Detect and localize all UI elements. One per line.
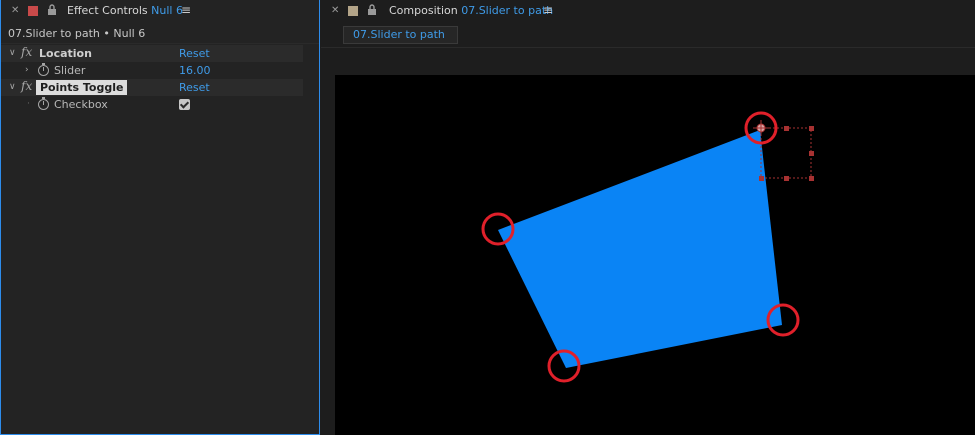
effect-name[interactable]: Location	[39, 45, 92, 62]
property-row-checkbox[interactable]: · Checkbox	[1, 96, 303, 113]
panel-title: Effect Controls Null 6	[67, 4, 183, 17]
lock-icon[interactable]	[47, 4, 57, 16]
stopwatch-icon[interactable]	[38, 97, 49, 110]
panel-title-comp: 07.Slider to path	[461, 4, 554, 17]
comp-tab[interactable]: 07.Slider to path	[343, 26, 458, 44]
slider-value[interactable]: 16.00	[179, 62, 211, 79]
property-name: Slider	[54, 64, 86, 77]
effect-name-selected[interactable]: Points Toggle	[36, 80, 128, 95]
stopwatch-icon[interactable]	[38, 63, 49, 76]
close-icon[interactable]: ✕	[331, 5, 339, 16]
composition-header: ✕ Composition 07.Slider to path ≡	[321, 0, 975, 23]
reset-link[interactable]: Reset	[179, 45, 210, 62]
twirl-closed-icon[interactable]: ›	[25, 62, 29, 79]
composition-viewer[interactable]	[335, 75, 975, 435]
panel-title: Composition 07.Slider to path	[389, 4, 553, 17]
effect-row-location[interactable]: ∨ fx Location Reset	[1, 45, 303, 62]
label-color-swatch[interactable]	[348, 6, 358, 16]
label-color-swatch[interactable]	[28, 6, 38, 16]
effect-controls-panel: ✕ Effect Controls Null 6 ≡ 07.Slider to …	[0, 0, 320, 435]
property-name: Checkbox	[54, 98, 108, 111]
null-layer-bounds[interactable]	[759, 126, 814, 181]
fx-icon[interactable]: fx	[21, 44, 32, 61]
panel-menu-icon[interactable]: ≡	[181, 3, 191, 17]
fx-icon[interactable]: fx	[21, 78, 32, 95]
lock-icon[interactable]	[367, 4, 377, 16]
panel-title-label: Effect Controls	[67, 4, 148, 17]
panel-menu-icon[interactable]: ≡	[543, 3, 553, 17]
comp-tab-bar: 07.Slider to path	[321, 24, 975, 48]
checkbox-checked[interactable]	[179, 99, 190, 110]
panel-title-label: Composition	[389, 4, 458, 17]
layer-breadcrumb: 07.Slider to path • Null 6	[1, 24, 319, 44]
twirl-open-icon[interactable]: ∨	[9, 45, 16, 62]
tree-line: ·	[27, 99, 30, 109]
blue-quad-shape[interactable]	[498, 130, 782, 368]
property-row-slider[interactable]: › Slider 16.00	[1, 62, 303, 79]
viewer-canvas[interactable]	[335, 75, 975, 435]
twirl-open-icon[interactable]: ∨	[9, 79, 16, 96]
effect-controls-header: ✕ Effect Controls Null 6 ≡	[1, 0, 319, 23]
composition-panel: ✕ Composition 07.Slider to path ≡ 07.Sli…	[321, 0, 975, 435]
close-icon[interactable]: ✕	[11, 5, 19, 16]
reset-link[interactable]: Reset	[179, 79, 210, 96]
panel-title-layer: Null 6	[151, 4, 183, 17]
effect-row-points-toggle[interactable]: ∨ fx Points Toggle Reset	[1, 79, 303, 96]
